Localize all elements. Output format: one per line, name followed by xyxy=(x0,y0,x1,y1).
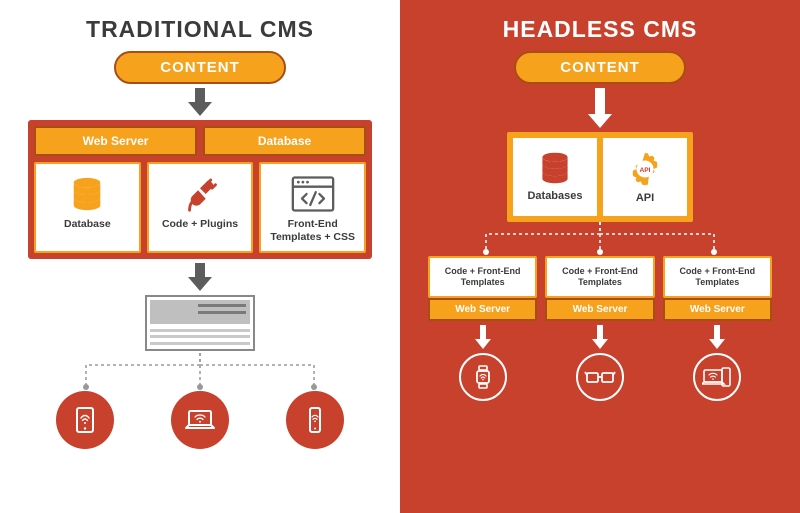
content-pill-left: CONTENT xyxy=(114,51,286,84)
arrow-down-icon xyxy=(709,325,725,349)
api-gear-icon: API xyxy=(626,150,664,188)
database-cell: Database xyxy=(203,126,366,156)
arrow-down-icon xyxy=(188,263,212,291)
web-server-label: Web Server xyxy=(663,298,772,321)
multi-device-icon xyxy=(693,353,741,401)
database-card: Database xyxy=(34,162,141,253)
database-icon xyxy=(68,172,106,216)
code-window-icon xyxy=(291,172,335,216)
webpage-preview-icon xyxy=(145,295,255,351)
svg-text:API: API xyxy=(639,167,650,174)
frontend-label: Front-End Templates + CSS xyxy=(265,218,360,243)
dashed-connectors xyxy=(28,353,372,391)
phone-device-icon xyxy=(286,391,344,449)
content-pill-right: CONTENT xyxy=(514,51,686,84)
database-label: Database xyxy=(64,218,111,231)
traditional-title: TRADITIONAL CMS xyxy=(86,16,314,43)
web-server-label: Web Server xyxy=(428,298,537,321)
frontend-stack-1: Code + Front-End Templates Web Server xyxy=(428,256,537,401)
arrow-down-icon xyxy=(588,88,612,128)
frontend-template-card: Code + Front-End Templates xyxy=(428,256,537,298)
web-server-cell: Web Server xyxy=(34,126,197,156)
code-plugins-label: Code + Plugins xyxy=(162,218,238,231)
smartwatch-device-icon xyxy=(459,353,507,401)
traditional-cms-panel: TRADITIONAL CMS CONTENT Web Server Datab… xyxy=(0,0,400,513)
dashed-connectors xyxy=(428,222,772,256)
frontend-template-card: Code + Front-End Templates xyxy=(663,256,772,298)
arrow-down-icon xyxy=(475,325,491,349)
code-plugins-card: Code + Plugins xyxy=(147,162,254,253)
databases-label: Databases xyxy=(527,190,582,202)
laptop-device-icon xyxy=(171,391,229,449)
database-icon xyxy=(537,150,573,186)
frontend-card: Front-End Templates + CSS xyxy=(259,162,366,253)
monolith-box: Web Server Database Database Code + Plug… xyxy=(28,120,372,259)
arrow-down-icon xyxy=(188,88,212,116)
frontend-stack-2: Code + Front-End Templates Web Server xyxy=(545,256,654,401)
headless-cms-panel: HEADLESS CMS CONTENT Databases API API C… xyxy=(400,0,800,513)
frontend-stack-3: Code + Front-End Templates Web Server xyxy=(663,256,772,401)
headless-title: HEADLESS CMS xyxy=(503,16,698,43)
databases-card: Databases xyxy=(513,138,597,216)
api-card: API API xyxy=(603,138,687,216)
web-server-label: Web Server xyxy=(545,298,654,321)
smartglasses-device-icon xyxy=(576,353,624,401)
frontend-template-card: Code + Front-End Templates xyxy=(545,256,654,298)
plug-icon xyxy=(181,172,219,216)
tablet-device-icon xyxy=(56,391,114,449)
arrow-down-icon xyxy=(592,325,608,349)
api-label: API xyxy=(636,192,654,204)
backend-box: Databases API API xyxy=(507,132,693,222)
